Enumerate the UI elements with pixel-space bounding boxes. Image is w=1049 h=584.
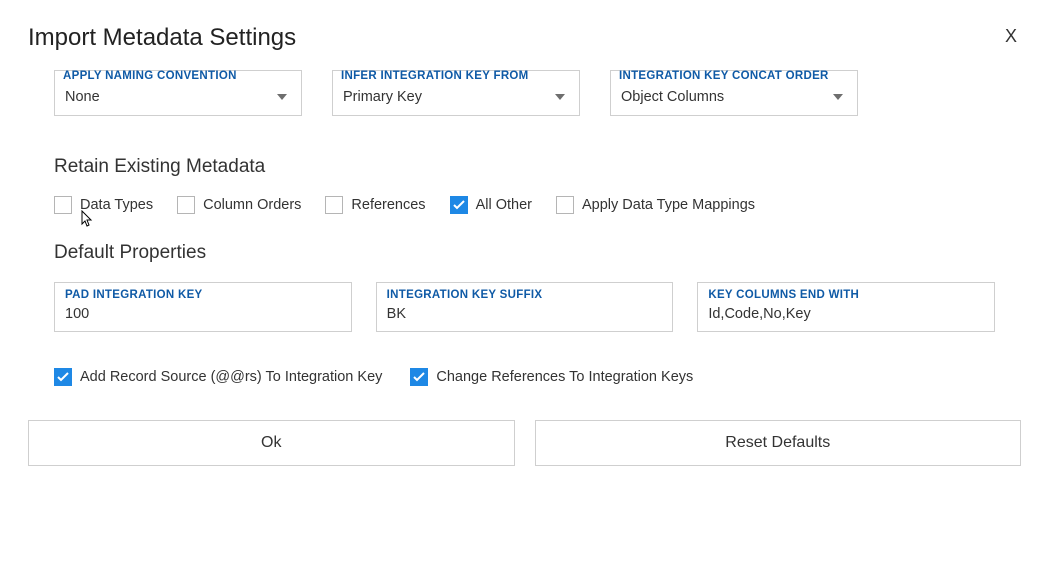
field-label: PAD INTEGRATION KEY — [65, 289, 341, 301]
import-metadata-dialog: Import Metadata Settings X APPLY NAMING … — [0, 0, 1049, 486]
dd-value: Object Columns — [621, 89, 724, 105]
dropdown-row: APPLY NAMING CONVENTION None INFER INTEG… — [28, 70, 1021, 116]
field-value: BK — [387, 306, 406, 322]
reset-defaults-button[interactable]: Reset Defaults — [535, 420, 1022, 466]
checkbox-column-orders[interactable]: Column Orders — [177, 196, 301, 214]
checkbox-label: All Other — [476, 197, 532, 213]
checkbox-label: Data Types — [80, 197, 153, 213]
apply-naming-convention-select[interactable]: APPLY NAMING CONVENTION None — [54, 70, 302, 116]
chevron-down-icon — [833, 94, 843, 100]
chevron-down-icon — [555, 94, 565, 100]
integration-key-concat-order-select[interactable]: INTEGRATION KEY CONCAT ORDER Object Colu… — [610, 70, 858, 116]
ok-button[interactable]: Ok — [28, 420, 515, 466]
checkbox-label: Apply Data Type Mappings — [582, 197, 755, 213]
checkbox-icon — [450, 196, 468, 214]
checkbox-all-other[interactable]: All Other — [450, 196, 532, 214]
checkbox-label: References — [351, 197, 425, 213]
checkbox-label: Column Orders — [203, 197, 301, 213]
field-value: Id,Code,No,Key — [708, 306, 810, 322]
button-label: Ok — [261, 434, 281, 452]
checkbox-data-types[interactable]: Data Types — [54, 196, 153, 214]
field-label: INTEGRATION KEY SUFFIX — [387, 289, 663, 301]
key-columns-end-with-field[interactable]: KEY COLUMNS END WITH Id,Code,No,Key — [697, 282, 995, 332]
dd-value: None — [65, 89, 100, 105]
checkbox-icon — [177, 196, 195, 214]
retain-checkbox-row: Data Types Column Orders References All … — [28, 196, 1021, 214]
dd-value: Primary Key — [343, 89, 422, 105]
checkbox-icon — [410, 368, 428, 386]
button-row: Ok Reset Defaults — [28, 420, 1021, 466]
field-label: KEY COLUMNS END WITH — [708, 289, 984, 301]
dialog-title: Import Metadata Settings — [28, 24, 1021, 52]
checkbox-icon — [54, 196, 72, 214]
options-row: Add Record Source (@@rs) To Integration … — [28, 368, 1021, 386]
dd-label: INTEGRATION KEY CONCAT ORDER — [619, 71, 829, 81]
dd-label: INFER INTEGRATION KEY FROM — [341, 71, 529, 81]
defaults-heading: Default Properties — [28, 242, 1021, 264]
checkbox-icon — [556, 196, 574, 214]
dd-label: APPLY NAMING CONVENTION — [63, 71, 237, 81]
checkbox-icon — [325, 196, 343, 214]
defaults-fields-row: PAD INTEGRATION KEY 100 INTEGRATION KEY … — [28, 282, 1021, 332]
checkbox-apply-data-type-mappings[interactable]: Apply Data Type Mappings — [556, 196, 755, 214]
chevron-down-icon — [277, 94, 287, 100]
checkbox-label: Change References To Integration Keys — [436, 369, 693, 385]
pad-integration-key-field[interactable]: PAD INTEGRATION KEY 100 — [54, 282, 352, 332]
checkbox-change-references[interactable]: Change References To Integration Keys — [410, 368, 693, 386]
checkbox-label: Add Record Source (@@rs) To Integration … — [80, 369, 382, 385]
close-button[interactable]: X — [1005, 26, 1017, 47]
checkbox-references[interactable]: References — [325, 196, 425, 214]
button-label: Reset Defaults — [725, 434, 830, 452]
checkbox-add-record-source[interactable]: Add Record Source (@@rs) To Integration … — [54, 368, 382, 386]
checkbox-icon — [54, 368, 72, 386]
integration-key-suffix-field[interactable]: INTEGRATION KEY SUFFIX BK — [376, 282, 674, 332]
retain-heading: Retain Existing Metadata — [28, 156, 1021, 178]
infer-integration-key-select[interactable]: INFER INTEGRATION KEY FROM Primary Key — [332, 70, 580, 116]
field-value: 100 — [65, 306, 89, 322]
